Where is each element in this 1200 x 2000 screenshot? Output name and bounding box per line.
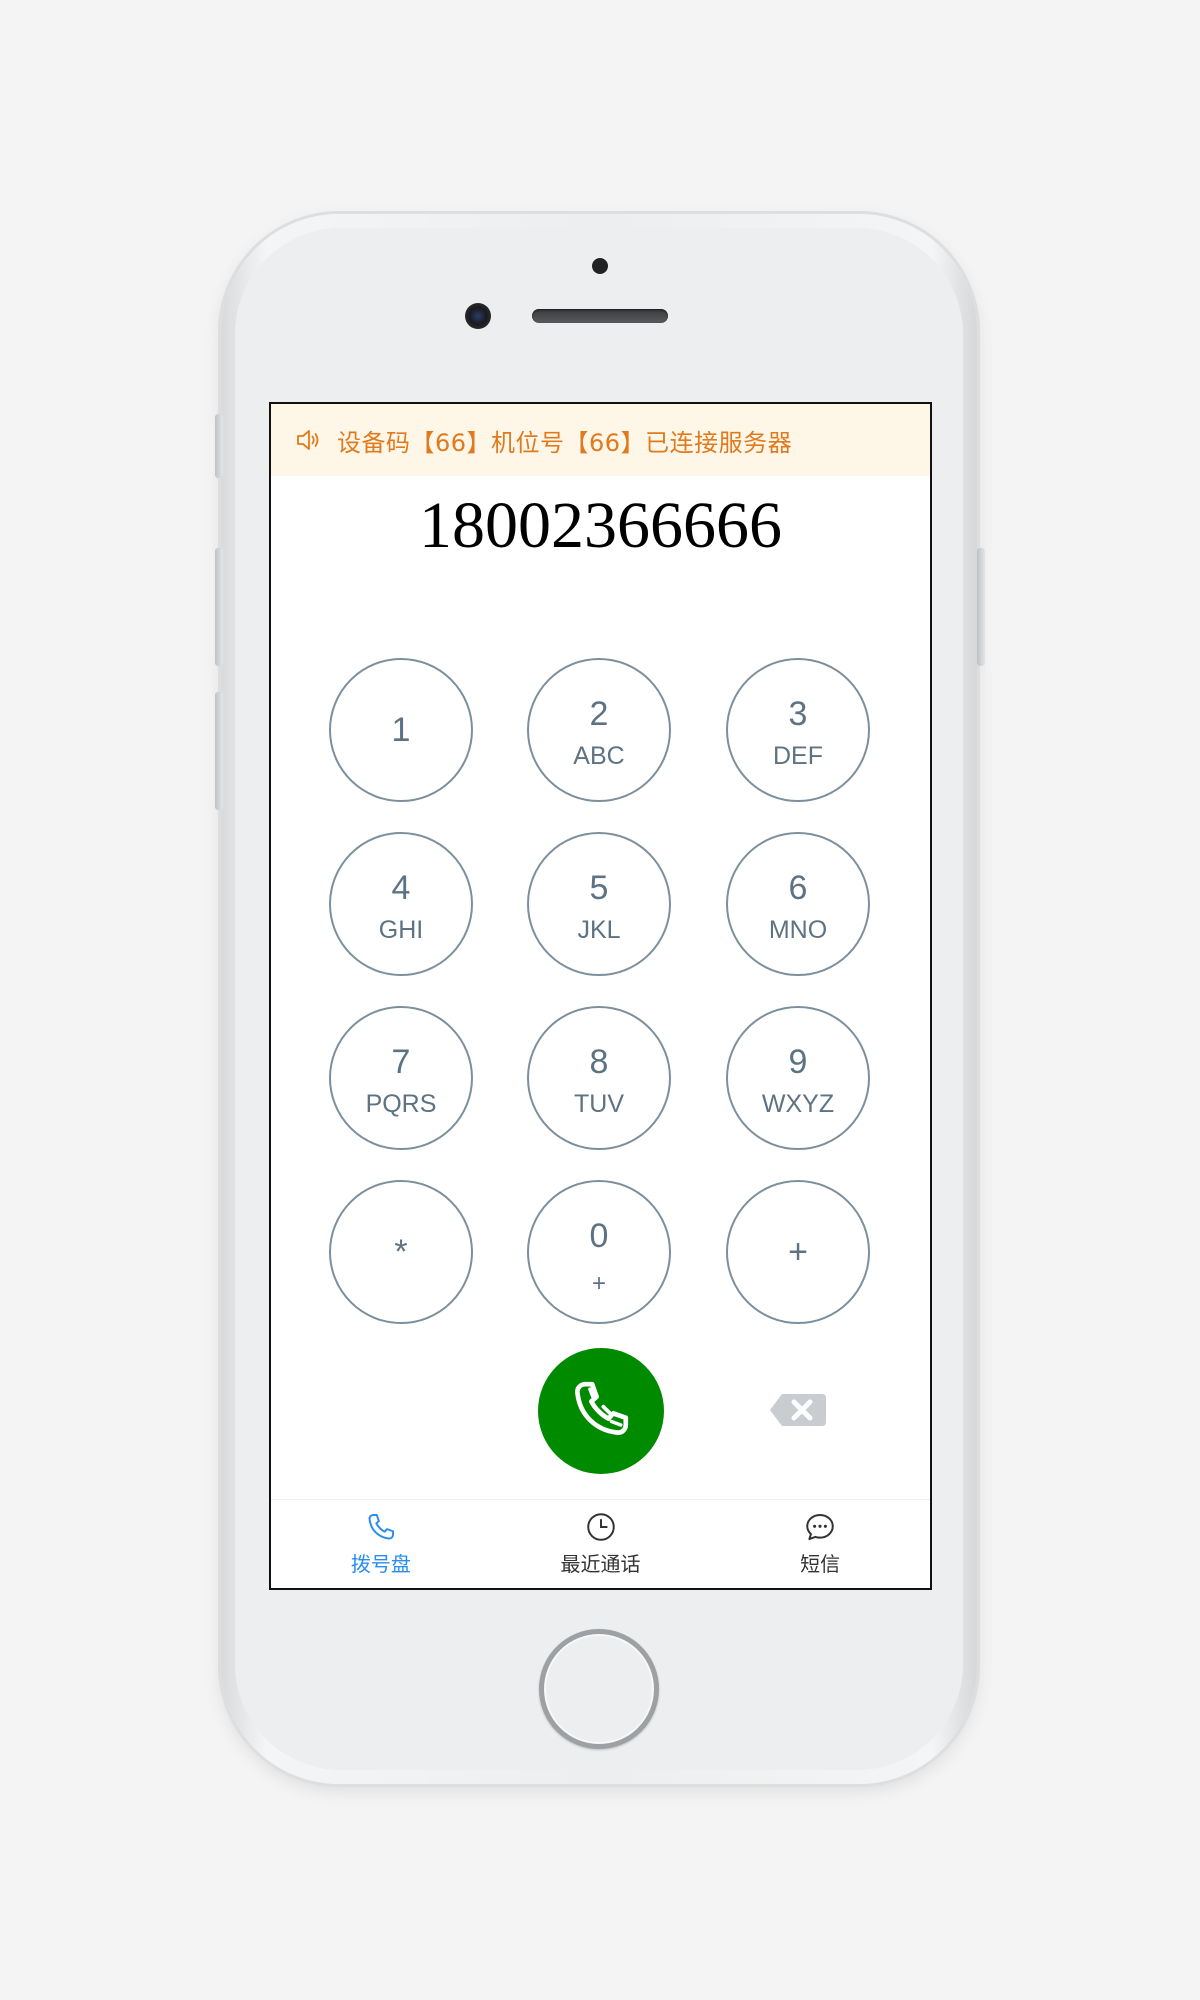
message-icon: [803, 1510, 837, 1544]
key-digit: 7: [391, 1043, 411, 1081]
power-button: [977, 548, 985, 666]
key-digit: 4: [391, 869, 411, 907]
key-letters: DEF: [773, 742, 823, 770]
key-digit: 0: [589, 1217, 609, 1255]
key-2[interactable]: 2 ABC: [527, 658, 671, 802]
bottom-tab-bar: 拨号盘 最近通话 短信: [271, 1499, 930, 1588]
key-digit: *: [394, 1233, 408, 1271]
key-digit: 6: [788, 869, 808, 907]
key-plus[interactable]: +: [726, 1180, 870, 1324]
key-letters: JKL: [577, 916, 621, 944]
tab-label: 拨号盘: [350, 1552, 411, 1576]
key-7[interactable]: 7 PQRS: [329, 1006, 473, 1150]
key-0[interactable]: 0 +: [527, 1180, 671, 1324]
key-8[interactable]: 8 TUV: [527, 1006, 671, 1150]
tab-messages[interactable]: 短信: [710, 1500, 930, 1588]
home-button[interactable]: [539, 1629, 659, 1749]
tab-label: 最近通话: [560, 1552, 641, 1576]
proximity-sensor: [592, 258, 608, 274]
key-letters: GHI: [378, 916, 424, 944]
key-star[interactable]: *: [329, 1180, 473, 1324]
tab-recent-calls[interactable]: 最近通话: [491, 1500, 711, 1588]
page-background: 设备码【66】机位号【66】已连接服务器 18002366666 1 2 ABC…: [0, 0, 1200, 2000]
backspace-button[interactable]: [768, 1390, 828, 1430]
key-3[interactable]: 3 DEF: [726, 658, 870, 802]
key-letters: ABC: [573, 742, 625, 770]
volume-down-button: [215, 692, 223, 810]
key-1[interactable]: 1: [329, 658, 473, 802]
backspace-icon: [768, 1394, 828, 1434]
mute-switch: [215, 414, 223, 478]
key-9[interactable]: 9 WXYZ: [726, 1006, 870, 1150]
tab-dialpad[interactable]: 拨号盘: [271, 1500, 491, 1588]
clock-icon: [584, 1510, 618, 1544]
key-4[interactable]: 4 GHI: [329, 832, 473, 976]
call-button[interactable]: [538, 1348, 664, 1474]
earpiece-speaker: [532, 309, 668, 323]
key-5[interactable]: 5 JKL: [527, 832, 671, 976]
phone-icon: [364, 1510, 398, 1544]
key-digit: +: [788, 1233, 808, 1271]
key-letters: WXYZ: [761, 1090, 835, 1118]
tab-label: 短信: [800, 1552, 841, 1576]
key-digit: 8: [589, 1043, 609, 1081]
key-letters: TUV: [574, 1090, 624, 1118]
key-letters: MNO: [768, 916, 828, 944]
phone-screen: 设备码【66】机位号【66】已连接服务器 18002366666 1 2 ABC…: [269, 402, 932, 1590]
key-digit: 9: [788, 1043, 808, 1081]
phone-icon: [566, 1374, 636, 1449]
key-letters: PQRS: [365, 1090, 437, 1118]
key-6[interactable]: 6 MNO: [726, 832, 870, 976]
front-camera: [465, 303, 491, 329]
key-digit: 1: [391, 711, 411, 749]
key-letters: +: [591, 1270, 606, 1297]
volume-up-button: [215, 548, 223, 666]
key-digit: 3: [788, 695, 808, 733]
key-digit: 5: [589, 869, 609, 907]
key-digit: 2: [589, 695, 609, 733]
